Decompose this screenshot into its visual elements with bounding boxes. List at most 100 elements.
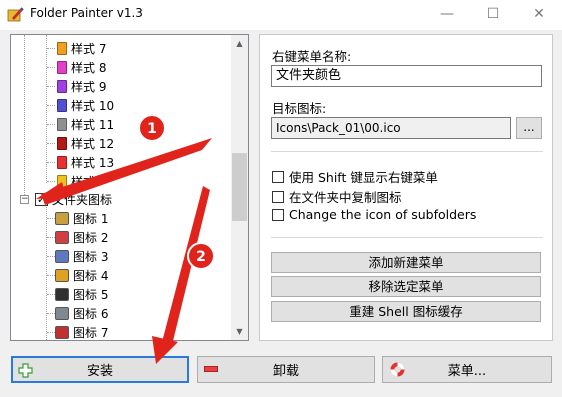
tree-item-label: 文件夹图标 [52,192,113,207]
tree-item-icon[interactable]: 图标 3 [55,247,108,265]
tree-item-style[interactable]: 样式 13 [57,153,114,171]
folder-icons-checkbox[interactable]: ✓ [35,192,48,206]
tree-item-style[interactable]: 样式 [57,172,95,190]
tree-guide-line [24,35,25,195]
tree-connector [47,124,55,125]
color-swatch-icon [57,155,67,169]
browse-button[interactable]: ... [516,117,542,139]
tree-item-style[interactable]: 样式 7 [57,39,106,57]
title-bar: Folder Painter v1.3 — ☐ ✕ [0,0,562,30]
menu-button[interactable]: 菜单... [382,356,552,383]
tree-item-label: 图标 4 [73,268,109,283]
menu-name-label: 右键菜单名称: [272,49,352,64]
color-swatch-icon [57,79,67,93]
option-label: 在文件夹中复制图标 [289,190,402,205]
maximize-button[interactable]: ☐ [470,0,516,30]
checkbox[interactable] [272,170,284,183]
uninstall-label: 卸载 [272,364,299,379]
tree-item-label: 图标 6 [73,306,109,321]
color-swatch-icon [57,60,67,74]
separator [271,237,543,238]
color-swatch-icon [57,136,67,150]
collapse-toggle[interactable]: − [20,195,29,204]
tree-item-label: 样式 11 [71,117,115,132]
tree-item-icon[interactable]: 图标 2 [55,228,108,246]
checkbox[interactable] [272,208,284,221]
app-icon [7,7,24,22]
tree-item-style[interactable]: 样式 8 [57,58,106,76]
minimize-button[interactable]: — [424,0,470,30]
tree-item-style[interactable]: 样式 9 [57,77,106,95]
tree-connector [47,181,55,182]
color-swatch-icon [57,41,67,55]
tree-item-label: 样式 12 [71,136,115,151]
tree-connector [47,218,55,219]
remove-menu-button[interactable]: 移除选定菜单 [271,276,541,297]
color-swatch-icon [57,98,67,112]
folder-preview-icon [55,268,69,282]
folder-preview-icon [55,325,69,339]
tree-item-icon[interactable]: 图标 5 [55,285,108,303]
tree-item-label: 样式 10 [71,98,115,113]
tree-connector [47,332,55,333]
close-button[interactable]: ✕ [516,0,562,30]
folder-preview-icon [55,249,69,263]
tree-connector [47,237,55,238]
target-icon-field[interactable]: Icons\Pack_01\00.ico [271,117,511,139]
separator [271,151,543,152]
folder-preview-icon [55,211,69,225]
tree-scrollbar[interactable]: ▲ ▼ [231,35,248,340]
add-menu-button[interactable]: 添加新建菜单 [271,252,541,273]
folder-preview-icon [55,230,69,244]
tree-item-icon[interactable]: 图标 6 [55,304,108,322]
scroll-up-arrow[interactable]: ▲ [231,35,248,52]
target-icon-label: 目标图标: [272,101,327,116]
tree-item-icon[interactable]: 图标 7 [55,323,109,340]
install-label: 安装 [86,364,113,379]
tree-item-style[interactable]: 样式 12 [57,134,114,152]
option-label: Change the icon of subfolders [289,207,477,222]
tree-item-label: 图标 7 [73,325,109,340]
tree-connector [47,48,55,49]
tree-guide-line [46,207,47,340]
tree-item-label: 样式 13 [71,155,115,170]
tree-item-label: 图标 3 [73,249,109,264]
scroll-down-arrow[interactable]: ▼ [231,323,248,340]
style-tree[interactable]: 样式 7 样式 8 样式 9 样式 10 样式 11 样式 12 样式 13 样式 − ✓ 文… [10,34,249,341]
tree-connector [47,86,55,87]
tree-connector [47,67,55,68]
menu-label: 菜单... [447,364,487,379]
tree-item-style[interactable]: 样式 10 [57,96,114,114]
option-copy-icon[interactable]: 在文件夹中复制图标 [272,187,402,206]
color-swatch-icon [57,117,67,131]
tree-connector [47,143,55,144]
option-subfolders[interactable]: Change the icon of subfolders [272,207,476,222]
tree-connector [47,313,55,314]
install-button[interactable]: 安装 [11,356,189,383]
tree-item-label: 样式 8 [71,60,107,75]
tree-item-label: 图标 2 [73,230,109,245]
uninstall-button[interactable]: 卸载 [197,356,375,383]
tree-item-label: 样式 7 [71,41,107,56]
tree-connector [47,105,55,106]
color-swatch-icon [57,174,67,188]
tree-item-icon[interactable]: 图标 4 [55,266,108,284]
tree-item-style[interactable]: 样式 11 [57,115,114,133]
rebuild-cache-button[interactable]: 重建 Shell 图标缓存 [271,301,541,322]
menu-name-field[interactable]: 文件夹颜色 [271,65,542,87]
tree-item-label: 样式 9 [71,79,107,94]
checkbox[interactable] [272,190,284,203]
tree-item-label: 图标 5 [73,287,109,302]
folder-preview-icon [55,306,69,320]
option-shift-key[interactable]: 使用 Shift 键显示右键菜单 [272,167,438,186]
tree-item-icon[interactable]: 图标 1 [55,209,108,227]
tree-item-label: 样式 [71,174,96,189]
tree-item-folder-icons[interactable]: ✓ 文件夹图标 [35,190,112,208]
tree-connector [47,256,55,257]
tree-connector [47,275,55,276]
tree-connector [47,162,55,163]
scroll-thumb[interactable] [232,153,247,221]
option-label: 使用 Shift 键显示右键菜单 [289,170,438,185]
window-title: Folder Painter v1.3 [30,6,143,20]
settings-panel: 右键菜单名称: 文件夹颜色 目标图标: Icons\Pack_01\00.ico… [259,34,553,341]
